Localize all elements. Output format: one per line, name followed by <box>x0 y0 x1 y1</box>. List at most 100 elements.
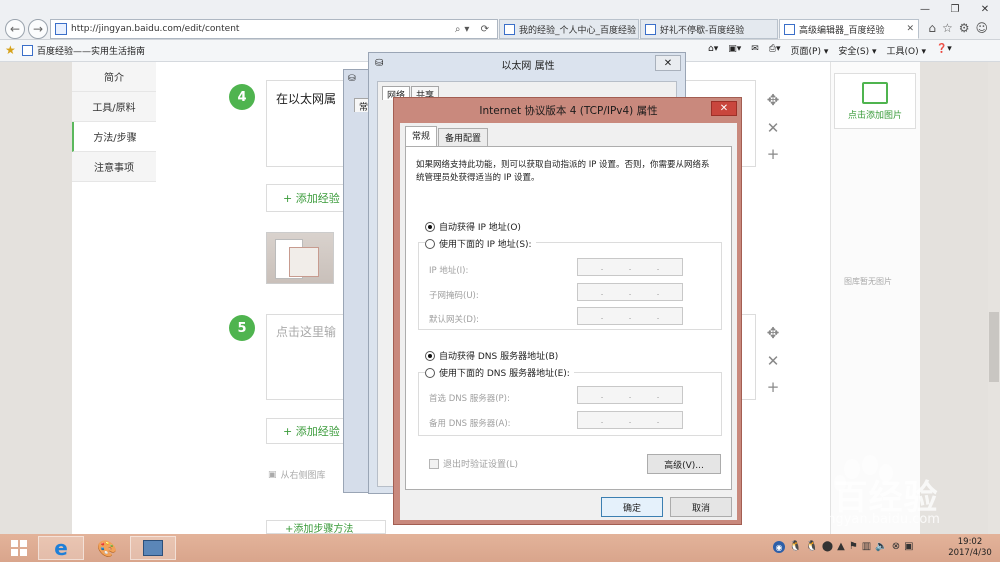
general-tab-pane: 如果网络支持此功能，则可以获取自动指派的 IP 设置。否则，你需要从网络系统管理… <box>405 146 732 490</box>
step-5-placeholder: 点击这里输 <box>276 325 337 339</box>
tray-chevron-icon[interactable]: ▲ <box>837 541 845 553</box>
add-icon[interactable]: + <box>766 145 780 163</box>
ethernet-close-button[interactable]: ✕ <box>655 55 681 71</box>
close-window-button[interactable]: ✕ <box>970 0 1000 18</box>
ipv4-close-button[interactable]: ✕ <box>711 101 737 116</box>
validate-on-exit-label: 退出时验证设置(L) <box>443 460 519 470</box>
sidebar-item-tools[interactable]: 工具/原料 <box>72 92 156 122</box>
clock[interactable]: 19:02 2017/4/30 <box>944 537 996 559</box>
browser-titlebar <box>0 0 1000 18</box>
restore-button[interactable]: ❐ <box>940 0 970 18</box>
manual-ip-radio[interactable]: 使用下面的 IP 地址(S): <box>425 237 536 250</box>
manual-dns-label: 使用下面的 DNS 服务器地址(E): <box>439 369 570 379</box>
tray-notification-icon[interactable]: ⊗ <box>892 541 900 553</box>
tab-close-icon[interactable]: ✕ <box>902 24 914 34</box>
add-image-button[interactable]: 点击添加图片 <box>834 73 916 129</box>
favorites-star-icon[interactable]: ★ <box>5 43 16 57</box>
from-side-library: ▣ 从右侧图库 <box>268 468 326 482</box>
taskbar-network-settings[interactable] <box>130 536 176 560</box>
browser-toolbar-icons[interactable]: ⌂☆⚙☺ <box>928 21 994 35</box>
tray-app2-icon[interactable]: ▣ <box>904 541 913 553</box>
subnet-mask-label: 子网掩码(U): <box>429 291 479 301</box>
tab-alternate-config[interactable]: 备用配置 <box>438 128 489 146</box>
move-icon[interactable]: ✥ <box>766 91 780 109</box>
feeds-icon[interactable]: ▣▾ <box>728 44 741 57</box>
url-text: http://jingyan.baidu.com/edit/content <box>71 24 240 34</box>
alternate-dns-field[interactable]: ... <box>577 411 683 429</box>
sidebar-item-intro[interactable]: 简介 <box>72 62 156 92</box>
image-library-panel <box>830 62 920 534</box>
command-bar: ⌂▾ ▣▾ ✉ ⎙▾ 页面(P) ▾ 安全(S) ▾ 工具(O) ▾ ❓▾ <box>708 44 952 57</box>
page-scrollbar[interactable] <box>988 62 1000 534</box>
radio-dot <box>425 221 435 232</box>
start-button[interactable] <box>2 536 36 560</box>
from-side-library-text: 从右侧图库 <box>280 471 326 481</box>
favorite-favicon <box>22 45 33 56</box>
sidebar-item-steps[interactable]: 方法/步骤 <box>72 122 156 152</box>
tray-flag-icon[interactable]: ⚑ <box>849 541 858 553</box>
tray-network-icon[interactable]: ▥ <box>862 541 871 553</box>
ipv4-description: 如果网络支持此功能，则可以获取自动指派的 IP 设置。否则，你需要从网络系统管理… <box>416 160 710 183</box>
preferred-dns-field[interactable]: ... <box>577 386 683 404</box>
add-step-button[interactable]: +添加步骤方法 <box>266 520 386 534</box>
cancel-button[interactable]: 取消 <box>670 497 732 517</box>
tray-volume-icon[interactable]: 🔈 <box>875 541 887 553</box>
menu-help[interactable]: ❓▾ <box>936 44 952 57</box>
clock-time: 19:02 <box>957 537 983 547</box>
delete-icon[interactable]: ✕ <box>766 119 780 137</box>
preferred-dns-label: 首选 DNS 服务器(P): <box>429 394 510 404</box>
tray-qq-icon[interactable]: 🐧 <box>789 541 801 553</box>
step-image-thumbnail[interactable] <box>266 232 334 284</box>
tab-gifts[interactable]: 好礼不停歇-百度经验 <box>640 19 778 39</box>
validate-on-exit-checkbox[interactable]: 退出时验证设置(L) <box>429 457 518 470</box>
taskbar-ie[interactable]: e <box>38 536 84 560</box>
minimize-button[interactable]: — <box>910 0 940 18</box>
network-settings-icon <box>143 540 163 556</box>
tab-advanced-editor[interactable]: 高级编辑器_百度经验 ✕ <box>779 19 919 39</box>
tray-qq-icon[interactable]: 🐧 <box>805 541 817 553</box>
sidebar-item-notes[interactable]: 注意事项 <box>72 152 156 182</box>
tab-my-experience[interactable]: 我的经验_个人中心_百度经验 <box>499 19 639 39</box>
subnet-mask-field[interactable]: ... <box>577 283 683 301</box>
scrollbar-thumb[interactable] <box>989 312 999 382</box>
tray-app-icon[interactable]: ◉ <box>773 541 785 553</box>
auto-dns-radio[interactable]: 自动获得 DNS 服务器地址(B) <box>425 349 558 362</box>
forward-button[interactable]: → <box>28 19 48 39</box>
tab-title: 我的经验_个人中心_百度经验 <box>519 25 637 36</box>
tray-security-icon[interactable]: ⬤ <box>822 541 833 553</box>
tab-favicon <box>645 23 656 35</box>
tab-general[interactable]: 常规 <box>405 126 438 146</box>
move-icon[interactable]: ✥ <box>766 324 780 342</box>
add-icon[interactable]: + <box>766 378 780 396</box>
tab-title: 好礼不停歇-百度经验 <box>660 25 745 36</box>
taskbar-paint[interactable]: 🎨 <box>84 536 130 560</box>
auto-dns-label: 自动获得 DNS 服务器地址(B) <box>439 352 559 362</box>
menu-page[interactable]: 页面(P) ▾ <box>791 44 829 57</box>
delete-icon[interactable]: ✕ <box>766 352 780 370</box>
ethernet-dialog-title: 以太网 属性 <box>501 60 555 72</box>
advanced-button[interactable]: 高级(V)... <box>647 454 721 474</box>
address-bar[interactable]: http://jingyan.baidu.com/edit/content ⌕▾… <box>50 19 498 39</box>
favorite-link[interactable]: 百度经验——实用生活指南 <box>22 44 145 57</box>
ok-button[interactable]: 确定 <box>601 497 663 517</box>
paint-icon: 🎨 <box>97 538 117 558</box>
ip-address-field[interactable]: ... <box>577 258 683 276</box>
menu-tools[interactable]: 工具(O) ▾ <box>887 44 927 57</box>
print-icon[interactable]: ⎙▾ <box>769 44 781 57</box>
ipv4-dialog-title: Internet 协议版本 4 (TCP/IPv4) 属性 <box>479 104 658 117</box>
checkbox-box <box>429 458 439 469</box>
editor-sidebar: 简介 工具/原料 方法/步骤 注意事项 <box>72 62 156 182</box>
home-icon[interactable]: ⌂▾ <box>708 44 718 57</box>
auto-ip-radio[interactable]: 自动获得 IP 地址(O) <box>425 220 521 233</box>
manual-dns-radio[interactable]: 使用下面的 DNS 服务器地址(E): <box>425 366 574 379</box>
gateway-field[interactable]: ... <box>577 307 683 325</box>
ipv4-tabs: 常规 备用配置 <box>405 126 489 146</box>
page-icon <box>55 23 67 35</box>
search-refresh-icons[interactable]: ⌕▾ ⟳ <box>455 24 497 35</box>
menu-safety[interactable]: 安全(S) ▾ <box>838 44 876 57</box>
system-tray: ◉ 🐧 🐧 ⬤ ▲ ⚑ ▥ 🔈 ⊗ ▣ <box>773 541 914 553</box>
favorite-link-label: 百度经验——实用生活指南 <box>37 47 146 57</box>
mail-icon[interactable]: ✉ <box>751 44 759 57</box>
back-button[interactable]: ← <box>5 19 25 39</box>
auto-ip-label: 自动获得 IP 地址(O) <box>439 223 521 233</box>
